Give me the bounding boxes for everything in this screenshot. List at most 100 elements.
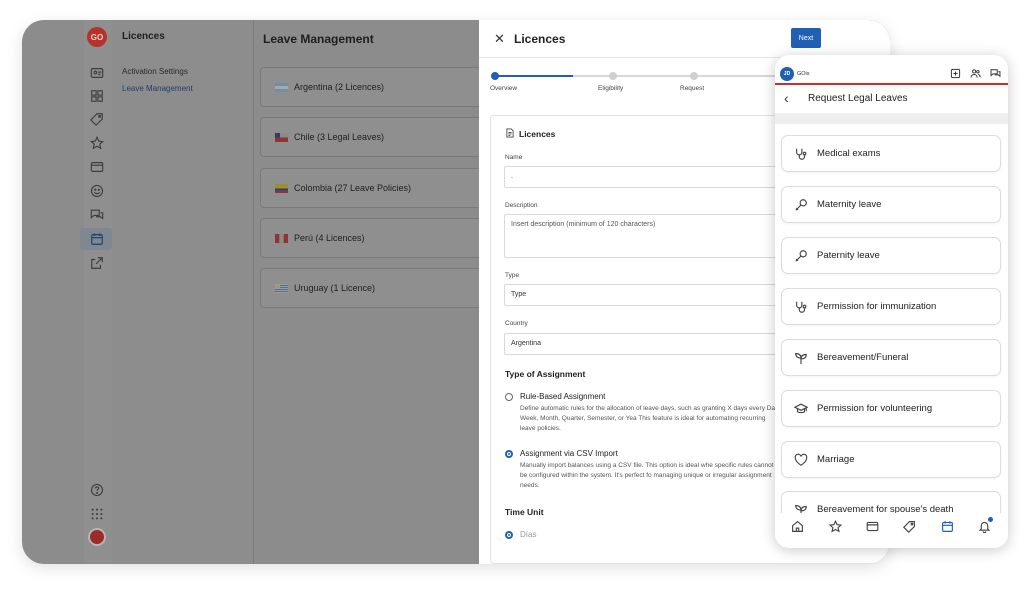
subnav-title: Licences	[122, 31, 165, 42]
csv-import-radio[interactable]	[505, 450, 513, 458]
leave-item-label: Medical exams	[817, 148, 881, 159]
leave-item-maternity[interactable]: Maternity leave	[781, 186, 1001, 223]
stepper-progress	[495, 75, 573, 77]
country-card-uruguay[interactable]: Uruguay (1 Licence)	[260, 268, 490, 308]
user-avatar[interactable]	[88, 528, 106, 546]
mobile-divider-band	[775, 113, 1008, 124]
description-label: Description	[505, 202, 538, 209]
time-unit-option: Días	[520, 530, 537, 539]
calendar-icon[interactable]	[941, 520, 954, 533]
step-dot-eligibility[interactable]	[609, 72, 617, 80]
close-icon[interactable]: ✕	[494, 32, 505, 46]
sub-navigation	[112, 20, 254, 564]
leave-item-label: Marriage	[817, 454, 855, 465]
calendar-icon[interactable]	[90, 232, 104, 246]
rule-based-radio[interactable]	[505, 393, 513, 401]
step-dot-request[interactable]	[690, 72, 698, 80]
leave-item-label: Paternity leave	[817, 250, 880, 261]
form-title: Licences	[519, 129, 556, 139]
name-label: Name	[505, 154, 523, 161]
leave-item-volunteering[interactable]: Permission for volunteering	[781, 390, 1001, 427]
country-card-peru[interactable]: Perú (4 Licences)	[260, 218, 490, 258]
peru-flag	[275, 233, 288, 243]
mobile-page-title: Request Legal Leaves	[808, 93, 908, 104]
messages-icon[interactable]	[990, 68, 1001, 79]
page-title: Leave Management	[263, 32, 374, 46]
stethoscope-icon	[794, 147, 808, 161]
subnav-item-leave-management[interactable]: Leave Management	[122, 84, 193, 93]
help-icon[interactable]	[90, 483, 104, 497]
star-icon[interactable]	[829, 520, 842, 533]
home-icon[interactable]	[791, 520, 804, 533]
next-button[interactable]: Next	[791, 28, 821, 48]
rule-based-label: Rule-Based Assignment	[520, 392, 606, 401]
grid-icon[interactable]	[90, 89, 104, 103]
tag-icon[interactable]	[903, 520, 916, 533]
graduation-cap-icon	[794, 402, 808, 416]
subnav-item-activation-settings[interactable]: Activation Settings	[122, 67, 188, 76]
sprout-icon	[794, 351, 808, 365]
leave-item-bereavement-funeral[interactable]: Bereavement/Funeral	[781, 339, 1001, 376]
csv-import-description: Manually import balances using a CSV fil…	[520, 462, 774, 489]
leave-item-paternity[interactable]: Paternity leave	[781, 237, 1001, 274]
chat-icon[interactable]	[90, 208, 104, 222]
time-unit-title: Time Unit	[505, 507, 544, 517]
smiley-icon[interactable]	[90, 184, 104, 198]
leave-item-label: Bereavement/Funeral	[817, 352, 909, 363]
csv-import-label: Assignment via CSV Import	[520, 449, 618, 458]
app-logo: GO	[87, 27, 107, 47]
leave-item-label: Permission for immunization	[817, 301, 937, 312]
wallet-icon[interactable]	[866, 520, 879, 533]
back-chevron-icon[interactable]: ‹	[784, 91, 789, 105]
rattle-icon	[794, 198, 808, 212]
type-select[interactable]: Type	[504, 284, 784, 306]
leave-item-marriage[interactable]: Marriage	[781, 441, 1001, 478]
leave-item-medical-exams[interactable]: Medical exams	[781, 135, 1001, 172]
description-field[interactable]: Insert description (minimum of 120 chara…	[504, 214, 784, 258]
country-label: Country	[505, 320, 528, 327]
id-card-icon[interactable]	[90, 66, 104, 80]
wallet-icon[interactable]	[90, 160, 104, 174]
mobile-brand: GOis	[797, 71, 810, 77]
time-unit-radio[interactable]	[505, 531, 513, 539]
country-card-colombia[interactable]: Colombia (27 Leave Policies)	[260, 168, 490, 208]
step-dot-overview[interactable]	[491, 72, 499, 80]
argentina-flag	[275, 82, 288, 92]
drawer-title: Licences	[514, 32, 566, 46]
notification-dot	[988, 517, 993, 522]
heart-icon	[794, 453, 808, 467]
uruguay-flag	[275, 283, 288, 293]
mobile-app-preview: JD GOis ‹ Request Legal Leaves Medical e…	[775, 55, 1008, 548]
leave-item-immunization[interactable]: Permission for immunization	[781, 288, 1001, 325]
rattle-icon	[794, 249, 808, 263]
document-icon	[505, 128, 515, 138]
assignment-type-title: Type of Assignment	[505, 369, 586, 379]
leave-item-label: Maternity leave	[817, 199, 882, 210]
chile-flag	[275, 132, 288, 142]
colombia-flag	[275, 183, 288, 193]
people-icon[interactable]	[970, 68, 981, 79]
rule-based-description: Define automatic rules for the allocatio…	[520, 405, 780, 432]
country-label: Chile (3 Legal Leaves)	[294, 132, 385, 142]
external-link-icon[interactable]	[90, 256, 104, 270]
mobile-avatar[interactable]: JD	[780, 67, 794, 81]
leave-item-label: Permission for volunteering	[817, 403, 933, 414]
mobile-bottom-nav	[775, 513, 1008, 548]
step-label-overview: Overview	[490, 85, 518, 92]
country-card-argentina[interactable]: Argentina (2 Licences)	[260, 67, 490, 107]
stethoscope-icon	[794, 300, 808, 314]
type-label: Type	[505, 272, 520, 279]
star-icon[interactable]	[90, 136, 104, 150]
step-label-eligibility: Eligibility	[598, 85, 624, 92]
country-label: Argentina (2 Licences)	[294, 82, 385, 92]
country-label: Colombia (27 Leave Policies)	[294, 183, 412, 193]
app-window: GO Licences Activation Settings Leave Ma…	[22, 20, 890, 564]
name-field[interactable]: .	[504, 166, 784, 188]
country-select[interactable]: Argentina	[504, 333, 784, 355]
tag-icon[interactable]	[90, 112, 104, 126]
apps-grid-icon[interactable]	[90, 507, 104, 521]
country-card-chile[interactable]: Chile (3 Legal Leaves)	[260, 117, 490, 157]
country-label: Perú (4 Licences)	[294, 233, 365, 243]
step-label-request: Request	[680, 85, 705, 92]
add-box-icon[interactable]	[950, 68, 961, 79]
